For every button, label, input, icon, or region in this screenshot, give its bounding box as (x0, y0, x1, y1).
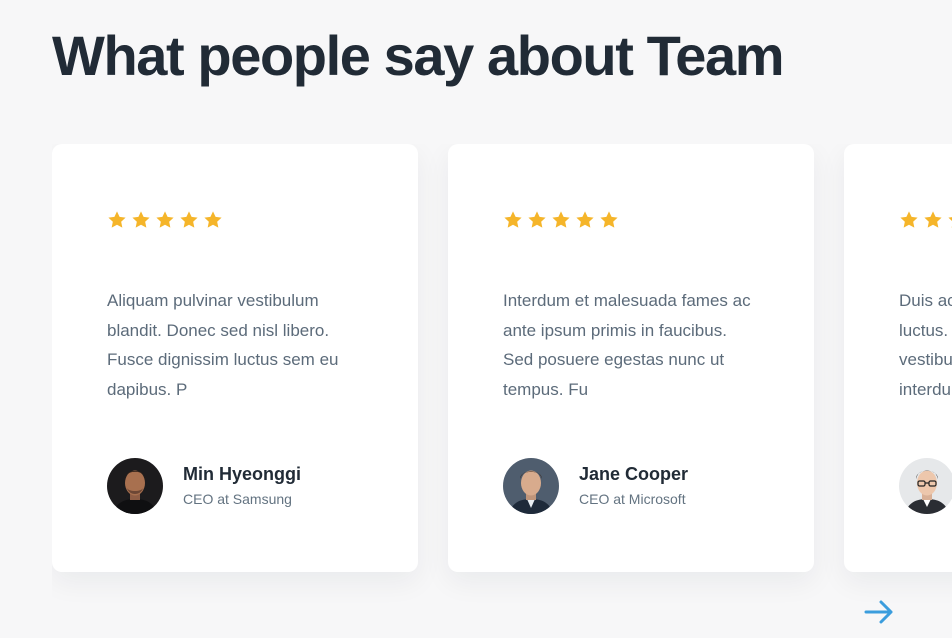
testimonial-carousel: Aliquam pulvinar vestibulum blandit. Don… (52, 144, 952, 604)
quote-line: Aliquam pulvinar vestibulum (107, 291, 319, 310)
star-icon (132, 211, 150, 228)
star-icon (552, 211, 570, 228)
author-name: Min Hyeonggi (183, 464, 301, 484)
quote-line: Interdum et malesuada fames ac (503, 291, 751, 310)
author-name: Jane Cooper (579, 464, 689, 484)
quote-line: dapibus. P (107, 379, 188, 399)
star-rating (899, 210, 952, 230)
quote-line: tempus. Fu (503, 379, 589, 399)
quote-line: Sed posuere egestas nunc ut (503, 350, 725, 369)
star-icon (156, 211, 174, 228)
testimonial-quote: Duis ac luctus. vestibu interdu (899, 286, 952, 404)
star-icon (924, 211, 942, 228)
quote-line: interdu (899, 379, 951, 399)
star-rating (107, 210, 223, 230)
arrow-right-icon (864, 600, 893, 624)
star-icon (576, 211, 594, 228)
star-icon (948, 217, 952, 228)
next-button[interactable] (862, 596, 896, 628)
star-icon (180, 211, 198, 228)
section-heading: What people say about Team (52, 24, 785, 87)
quote-line: Fusce dignissim luctus sem eu (107, 350, 339, 369)
quote-line: luctus. (899, 320, 949, 340)
testimonial-card: Aliquam pulvinar vestibulum blandit. Don… (52, 144, 418, 572)
author-role: CEO at Microsoft (579, 491, 686, 507)
testimonial-quote: Aliquam pulvinar vestibulum blandit. Don… (107, 286, 362, 404)
star-icon (528, 211, 546, 228)
avatar (107, 458, 163, 514)
testimonial-quote: Interdum et malesuada fames ac ante ipsu… (503, 286, 758, 404)
star-icon (204, 211, 222, 228)
star-icon (900, 211, 918, 228)
quote-line: blandit. Donec sed nisl libero. (107, 320, 330, 340)
star-icon (600, 211, 618, 228)
avatar (503, 458, 559, 514)
testimonial-card: Interdum et malesuada fames ac ante ipsu… (448, 144, 814, 572)
quote-line: Duis ac (899, 291, 952, 310)
quote-line: vestibu (899, 350, 952, 369)
avatar (899, 458, 952, 514)
testimonial-card: Duis ac luctus. vestibu interdu (844, 144, 952, 572)
star-icon (108, 211, 126, 228)
author-role: CEO at Samsung (183, 491, 292, 507)
star-rating (503, 210, 619, 230)
star-icon (504, 211, 522, 228)
quote-line: ante ipsum primis in faucibus. (503, 320, 727, 340)
